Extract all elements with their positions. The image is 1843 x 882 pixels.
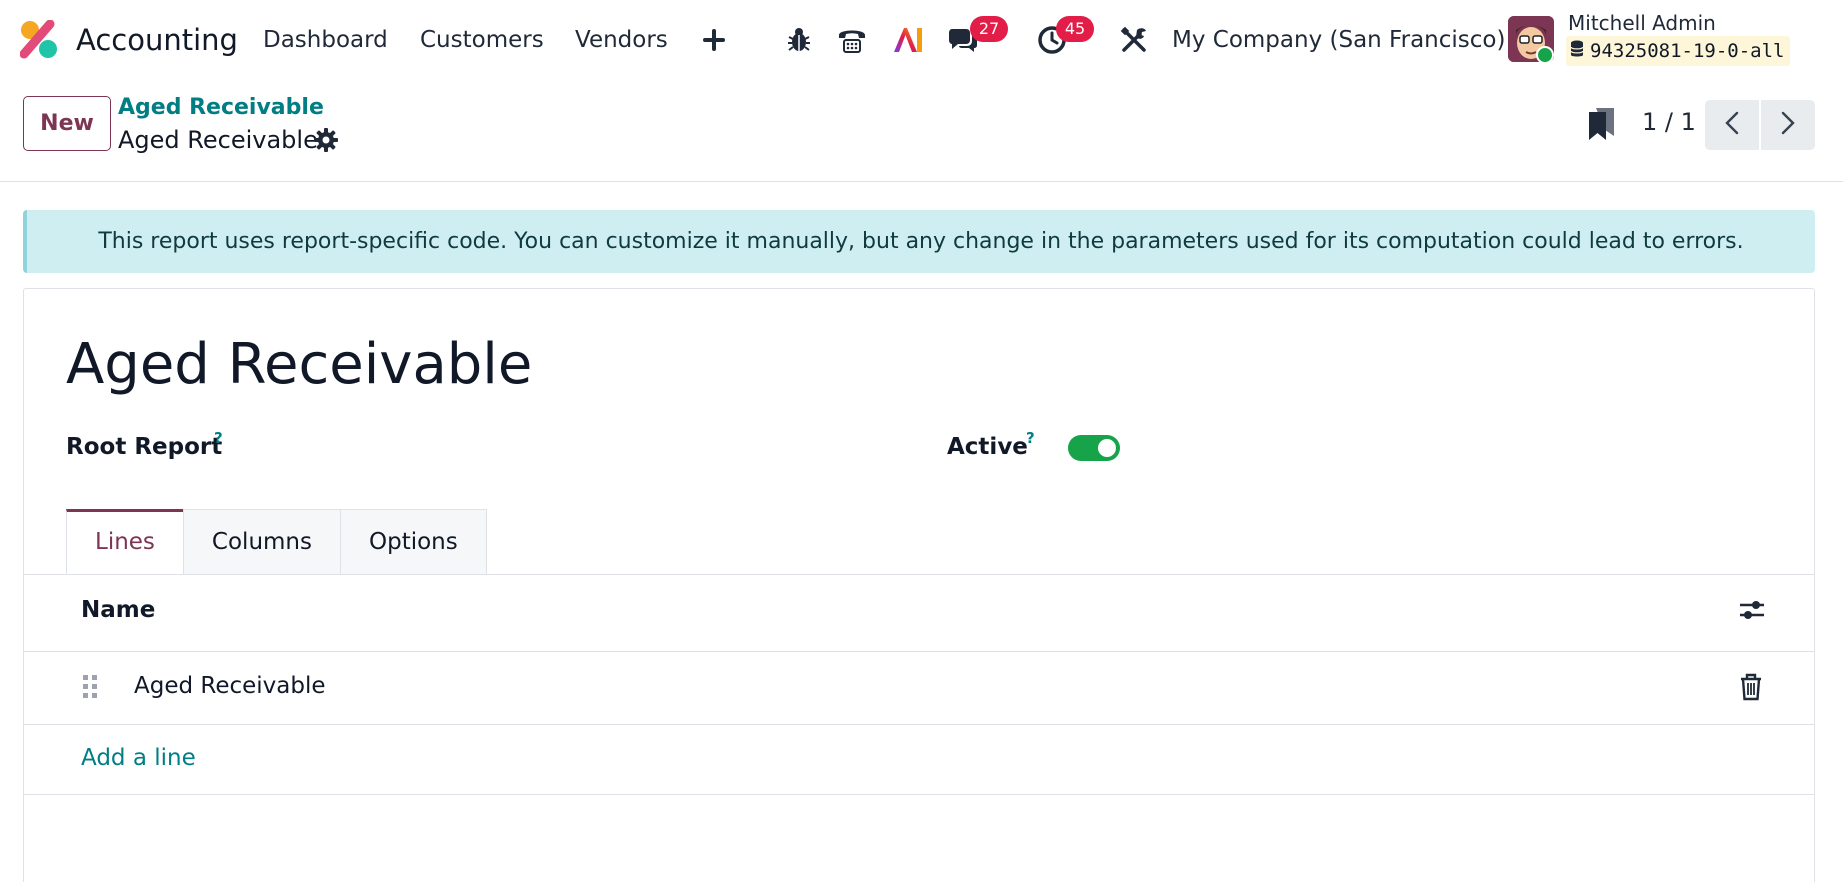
breadcrumb-parent-link[interactable]: Aged Receivable <box>118 94 324 122</box>
toggle-knob <box>1098 439 1116 457</box>
database-chip: 94325081-19-0-all <box>1566 36 1791 66</box>
app-name[interactable]: Accounting <box>76 20 238 60</box>
active-help-tooltip[interactable]: ? <box>1026 429 1035 447</box>
menu-customers[interactable]: Customers <box>420 24 544 56</box>
database-icon <box>1570 40 1584 62</box>
bookmark-icon[interactable] <box>1586 106 1618 142</box>
ai-icon[interactable] <box>892 24 924 56</box>
report-code-warning-alert: This report uses report-specific code. Y… <box>23 210 1815 273</box>
row-divider <box>24 724 1814 725</box>
control-panel: New Aged Receivable Aged Receivable 1 / … <box>0 80 1843 182</box>
alert-text: This report uses report-specific code. Y… <box>98 229 1744 254</box>
new-button[interactable]: New <box>23 96 111 151</box>
trash-icon[interactable] <box>1738 672 1764 702</box>
top-navbar: Accounting Dashboard Customers Vendors 2… <box>0 0 1843 80</box>
column-header-name[interactable]: Name <box>81 595 155 625</box>
messages-count-badge: 27 <box>970 16 1008 42</box>
online-status-dot <box>1536 46 1554 64</box>
menu-dashboard[interactable]: Dashboard <box>263 24 388 56</box>
gear-icon[interactable] <box>312 126 340 154</box>
tab-columns[interactable]: Columns <box>182 509 341 575</box>
header-divider <box>24 651 1814 652</box>
tab-options[interactable]: Options <box>340 509 487 575</box>
database-name: 94325081-19-0-all <box>1590 40 1785 62</box>
active-toggle[interactable] <box>1068 435 1120 461</box>
table-row[interactable]: Aged Receivable <box>134 671 326 701</box>
notebook-tabs: Lines Columns Options <box>66 509 487 575</box>
pager-value[interactable]: 1 / 1 <box>1642 106 1696 138</box>
activities-count-badge: 45 <box>1056 16 1094 42</box>
plus-icon[interactable] <box>698 24 730 56</box>
company-switcher[interactable]: My Company (San Francisco) <box>1172 24 1505 56</box>
root-report-label: Root Report <box>66 434 223 460</box>
phone-icon[interactable] <box>836 24 868 56</box>
odoo-app-logo-icon[interactable] <box>19 19 60 60</box>
form-sheet: Aged Receivable Root Report ? Active ? L… <box>23 288 1815 882</box>
breadcrumb-current: Aged Receivable <box>118 126 318 154</box>
report-title[interactable]: Aged Receivable <box>66 333 532 397</box>
root-report-help-tooltip[interactable]: ? <box>214 429 223 447</box>
add-line-link[interactable]: Add a line <box>81 743 196 773</box>
pager-previous-button[interactable] <box>1705 100 1759 150</box>
user-name[interactable]: Mitchell Admin <box>1568 10 1716 36</box>
chevron-left-icon <box>1725 111 1739 139</box>
bug-icon[interactable] <box>783 24 815 56</box>
pager-next-button[interactable] <box>1761 100 1815 150</box>
optional-columns-icon[interactable] <box>1737 595 1767 625</box>
tabs-divider <box>24 574 1814 575</box>
chevron-right-icon <box>1781 111 1795 139</box>
tab-lines[interactable]: Lines <box>66 509 184 575</box>
drag-handle-icon[interactable] <box>80 671 100 701</box>
menu-vendors[interactable]: Vendors <box>575 24 668 56</box>
tools-icon[interactable] <box>1118 24 1150 56</box>
table-bottom-divider <box>24 794 1814 795</box>
active-label: Active <box>947 434 1028 460</box>
